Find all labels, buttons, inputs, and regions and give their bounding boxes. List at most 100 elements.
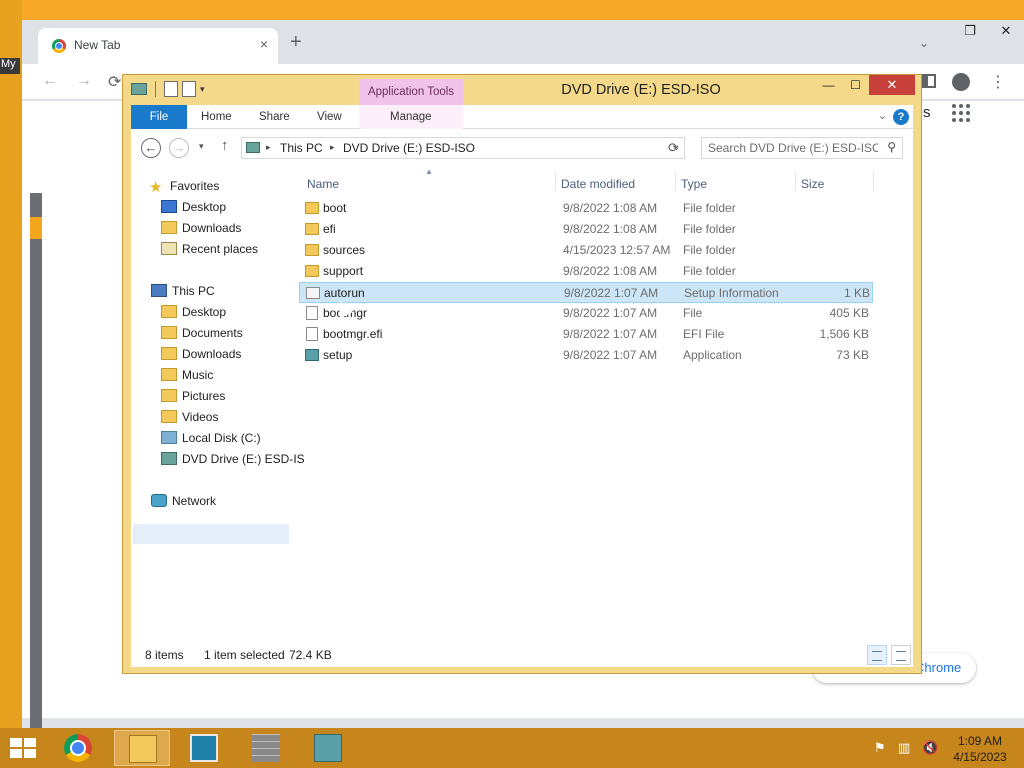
nav-item-pictures[interactable]: Pictures <box>161 386 225 407</box>
apps-grid-icon[interactable] <box>952 104 970 122</box>
status-item-count: 8 items <box>145 648 184 662</box>
taskbar-clock[interactable]: 1:09 AM 4/15/2023 <box>950 733 1010 765</box>
left-edge-decoration <box>30 193 42 741</box>
desktop-icon <box>161 200 177 213</box>
network-tray-icon[interactable]: ▥ <box>898 740 910 756</box>
reload-icon[interactable]: ⟳ <box>108 72 121 92</box>
quick-access-toolbar: ▾ <box>131 81 205 97</box>
file-row-selected[interactable]: autorun 9/8/2022 1:07 AM Setup Informati… <box>299 282 873 303</box>
file-date: 9/8/2022 1:08 AM <box>563 201 658 215</box>
new-folder-icon[interactable] <box>182 81 196 97</box>
column-divider[interactable] <box>675 171 676 191</box>
nav-item-recent-places[interactable]: Recent places <box>161 239 258 260</box>
tab-view[interactable]: View <box>317 105 342 129</box>
file-row[interactable]: bootmgr 9/8/2022 1:07 AM File 405 KB <box>299 303 873 324</box>
chrome-tab-new-tab[interactable]: New Tab × <box>38 28 278 64</box>
tab-search-chevron-icon[interactable]: ⌄ <box>919 36 929 50</box>
file-row[interactable]: bootmgr.efi 9/8/2022 1:07 AM EFI File 1,… <box>299 324 873 345</box>
tab-share[interactable]: Share <box>259 105 290 129</box>
new-tab-button[interactable]: + <box>290 32 302 52</box>
nav-label: Desktop <box>182 200 227 214</box>
column-header-size[interactable]: Size <box>801 173 824 195</box>
chrome-icon <box>64 734 92 762</box>
tab-file[interactable]: File <box>131 105 187 129</box>
address-bar[interactable]: ▸ This PC ▸ DVD Drive (E:) ESD-ISO ⌄ <box>241 137 685 159</box>
breadcrumb-separator-icon[interactable]: ▸ <box>330 142 335 153</box>
nav-item-favorites[interactable]: ★ Favorites <box>149 176 219 197</box>
taskbar-firewall[interactable] <box>238 730 294 766</box>
nav-item-documents[interactable]: Documents <box>161 323 243 344</box>
chrome-restore-button[interactable]: ❐ <box>952 20 988 44</box>
setup-information-icon <box>306 287 320 299</box>
breadcrumb-separator-icon[interactable]: ▸ <box>266 142 271 153</box>
close-button[interactable]: ✕ <box>869 75 915 95</box>
search-field[interactable]: ⚲ <box>701 137 903 159</box>
recent-places-icon <box>161 242 177 255</box>
file-list: ▲ Name Date modified Type Size boot 9/8/… <box>299 165 913 635</box>
expand-ribbon-chevron-icon[interactable]: ⌄ <box>878 109 887 122</box>
action-center-flag-icon[interactable]: ⚑ <box>874 740 886 756</box>
nav-label: Documents <box>182 326 243 340</box>
file-icon <box>306 306 318 320</box>
nav-item-network[interactable]: Network <box>151 491 216 512</box>
back-arrow-icon[interactable]: ← <box>42 72 58 90</box>
details-view-button[interactable] <box>867 645 887 665</box>
nav-item-dvd-drive[interactable]: DVD Drive (E:) ESD-IS <box>161 449 305 470</box>
nav-item-fav-downloads[interactable]: Downloads <box>161 218 241 239</box>
large-icons-view-button[interactable] <box>891 645 911 665</box>
forward-button[interactable]: → <box>169 138 189 158</box>
side-panel-icon[interactable] <box>922 74 936 88</box>
help-icon[interactable]: ? <box>893 109 909 125</box>
column-divider[interactable] <box>873 171 874 191</box>
file-explorer-window: ▾ Application Tools DVD Drive (E:) ESD-I… <box>122 74 922 674</box>
search-input[interactable] <box>708 140 878 156</box>
chrome-close-button[interactable]: ✕ <box>988 20 1024 44</box>
profile-avatar-icon[interactable] <box>952 73 970 91</box>
forward-arrow-icon[interactable]: → <box>76 72 92 90</box>
nav-item-local-disk[interactable]: Local Disk (C:) <box>161 428 261 449</box>
maximize-button[interactable]: ☐ <box>842 75 869 95</box>
customize-qat-chevron-icon[interactable]: ▾ <box>200 84 205 95</box>
recent-locations-chevron-icon[interactable]: ▾ <box>199 141 204 152</box>
taskbar-file-explorer[interactable] <box>114 730 170 766</box>
column-header-type[interactable]: Type <box>681 173 707 195</box>
taskbar-setup[interactable] <box>300 730 356 766</box>
file-date: 9/8/2022 1:07 AM <box>563 327 658 341</box>
file-row[interactable]: boot 9/8/2022 1:08 AM File folder <box>299 198 873 219</box>
properties-icon[interactable] <box>164 81 178 97</box>
nav-item-videos[interactable]: Videos <box>161 407 218 428</box>
file-size: 1 KB <box>843 286 870 300</box>
minimize-button[interactable]: — <box>815 75 842 95</box>
breadcrumb-dvd-drive[interactable]: DVD Drive (E:) ESD-ISO <box>343 141 475 155</box>
column-divider[interactable] <box>555 171 556 191</box>
folder-icon <box>305 244 319 256</box>
column-divider[interactable] <box>795 171 796 191</box>
tab-manage[interactable]: Manage <box>390 105 432 129</box>
nav-item-pc-downloads[interactable]: Downloads <box>161 344 241 365</box>
back-button[interactable]: ← <box>141 138 161 158</box>
refresh-button[interactable]: ⟳ <box>663 137 685 159</box>
close-tab-icon[interactable]: × <box>260 36 268 52</box>
file-row[interactable]: setup 9/8/2022 1:07 AM Application 73 KB <box>299 345 873 366</box>
folder-icon <box>161 347 177 360</box>
tab-home[interactable]: Home <box>201 105 232 129</box>
desktop-shortcut-label[interactable]: My <box>0 58 20 74</box>
nav-item-fav-desktop[interactable]: Desktop <box>161 197 226 218</box>
file-row[interactable]: sources 4/15/2023 12:57 AM File folder <box>299 240 873 261</box>
search-icon[interactable]: ⚲ <box>887 140 896 154</box>
nav-item-this-pc[interactable]: This PC <box>151 281 215 302</box>
volume-muted-icon[interactable]: 🔇 <box>922 740 938 756</box>
chrome-menu-icon[interactable]: ⋮ <box>990 72 1006 92</box>
column-header-date-modified[interactable]: Date modified <box>561 173 635 195</box>
up-button[interactable]: ↑ <box>221 137 229 154</box>
nav-item-music[interactable]: Music <box>161 365 213 386</box>
clock-time: 1:09 AM <box>957 734 1003 748</box>
column-header-name[interactable]: Name <box>307 173 339 195</box>
breadcrumb-this-pc[interactable]: This PC <box>280 141 323 155</box>
file-row[interactable]: support 9/8/2022 1:08 AM File folder <box>299 261 873 282</box>
nav-item-pc-desktop[interactable]: Desktop <box>161 302 226 323</box>
taskbar-chrome[interactable] <box>50 730 106 766</box>
start-button[interactable] <box>10 738 38 760</box>
file-row[interactable]: efi 9/8/2022 1:08 AM File folder <box>299 219 873 240</box>
taskbar-photos[interactable] <box>176 730 232 766</box>
